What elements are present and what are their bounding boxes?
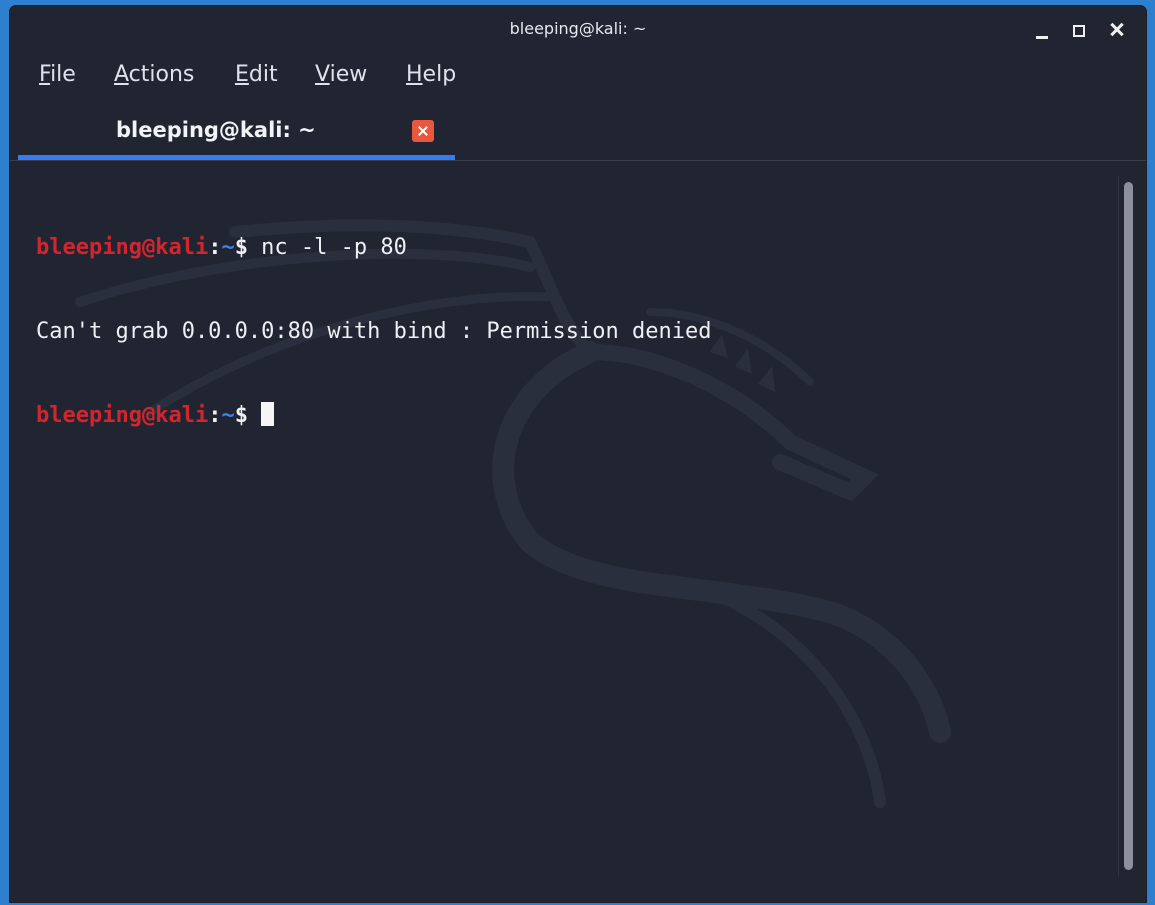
tab-bar: bleeping@kali: ~	[10, 108, 1146, 161]
title-bar[interactable]: bleeping@kali: ~	[10, 6, 1146, 54]
terminal-line: bleeping@kali:~$ nc -l -p 80	[36, 235, 407, 260]
text-cursor	[261, 402, 275, 426]
terminal-line: bleeping@kali:~$	[36, 402, 712, 430]
terminal-window: bleeping@kali: ~ File Actions Edit View …	[10, 6, 1146, 902]
maximize-icon[interactable]	[1067, 18, 1091, 42]
window-title: bleeping@kali: ~	[509, 19, 647, 38]
menu-bar: File Actions Edit View Help	[10, 58, 1146, 98]
terminal-output: bleeping@kali:~$ nc -l -p 80 Can't grab …	[36, 178, 712, 486]
close-icon[interactable]	[1106, 18, 1130, 42]
menu-edit[interactable]: Edit	[235, 62, 278, 87]
terminal-area[interactable]: bleeping@kali:~$ nc -l -p 80 Can't grab …	[10, 162, 1114, 902]
menu-help[interactable]: Help	[406, 62, 456, 87]
tab-terminal[interactable]: bleeping@kali: ~	[18, 108, 455, 160]
tab-close-icon[interactable]	[412, 120, 434, 142]
active-tab-indicator	[18, 155, 455, 160]
minimize-icon[interactable]	[1029, 18, 1053, 42]
tab-label: bleeping@kali: ~	[116, 118, 316, 142]
menu-file[interactable]: File	[39, 62, 76, 87]
menu-actions[interactable]: Actions	[114, 62, 194, 87]
terminal-line: Can't grab 0.0.0.0:80 with bind : Permis…	[36, 319, 712, 344]
menu-view[interactable]: View	[315, 62, 367, 87]
vertical-scrollbar[interactable]	[1118, 176, 1139, 876]
scrollbar-thumb[interactable]	[1124, 182, 1133, 870]
